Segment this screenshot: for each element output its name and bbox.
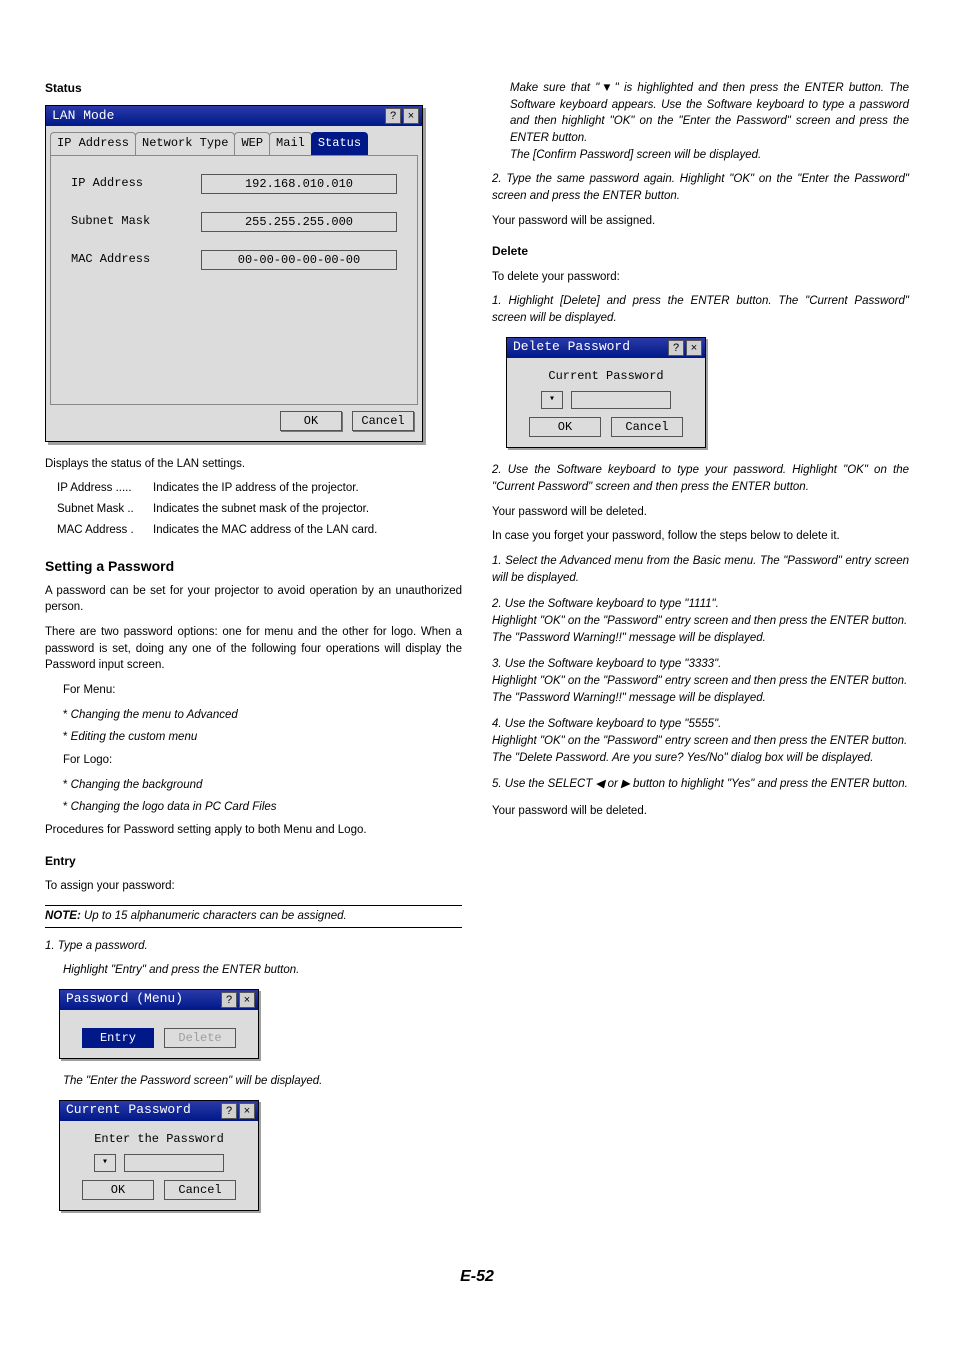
help-icon[interactable]: ? [668, 340, 684, 356]
setting-p1: A password can be set for your projector… [45, 583, 462, 616]
setting-password-heading: Setting a Password [45, 556, 462, 576]
proc-line: Procedures for Password setting apply to… [45, 822, 462, 839]
close-icon[interactable]: × [239, 1103, 255, 1119]
subnet-value: 255.255.255.000 [201, 212, 397, 232]
lan-body: IP Address 192.168.010.010 Subnet Mask 2… [50, 155, 418, 405]
def-sn-v: Indicates the subnet mask of the project… [153, 501, 369, 518]
forget-intro: In case you forget your password, follow… [492, 528, 909, 545]
formenu-item-1: Changing the menu to Advanced [63, 707, 462, 724]
help-icon[interactable]: ? [221, 992, 237, 1008]
step1-a: 1. Type a password. [45, 938, 462, 955]
tab-ip-address[interactable]: IP Address [50, 132, 136, 154]
formenu-label: For Menu: [63, 682, 462, 699]
password-menu-dialog: Password (Menu) ? × Entry Delete [59, 989, 259, 1059]
f-step4: 4. Use the Software keyboard to type "55… [492, 716, 909, 766]
help-icon[interactable]: ? [221, 1103, 237, 1119]
forlogo-label: For Logo: [63, 752, 462, 769]
help-icon[interactable]: ? [385, 108, 401, 124]
close-icon[interactable]: × [686, 340, 702, 356]
f-step1: 1. Select the Advanced menu from the Bas… [492, 553, 909, 586]
deleted-line-2: Your password will be deleted. [492, 803, 909, 820]
def-mac-k: MAC Address . [57, 522, 153, 539]
close-icon[interactable]: × [239, 992, 255, 1008]
delete-heading: Delete [492, 243, 909, 260]
note-block: NOTE: Up to 15 alphanumeric characters c… [45, 905, 462, 928]
step1-b: Highlight "Entry" and press the ENTER bu… [63, 962, 462, 979]
forlogo-item-1: Changing the background [63, 777, 462, 794]
pwd-menu-title: Password (Menu) [66, 990, 219, 1009]
ip-label: IP Address [71, 175, 201, 192]
f-step2: 2. Use the Software keyboard to type "11… [492, 596, 909, 646]
mac-value: 00-00-00-00-00-00 [201, 250, 397, 270]
lan-tabstrip: IP Address Network Type WEP Mail Status [46, 126, 422, 154]
keyboard-icon[interactable]: ▾ [541, 391, 563, 409]
tab-status[interactable]: Status [311, 132, 368, 154]
tab-mail[interactable]: Mail [269, 132, 312, 154]
def-mac-v: Indicates the MAC address of the LAN car… [153, 522, 377, 539]
lan-titlebar: LAN Mode ? × [46, 106, 422, 126]
status-heading: Status [45, 80, 462, 97]
current-password-dialog: Current Password ? × Enter the Password … [59, 1100, 259, 1211]
lan-title: LAN Mode [52, 107, 383, 126]
lan-ok-button[interactable]: OK [280, 411, 342, 431]
right-top-block: Make sure that "▼" is highlighted and th… [510, 80, 909, 163]
entry-button[interactable]: Entry [82, 1028, 154, 1048]
delpwd-title: Delete Password [513, 338, 666, 357]
entry-heading: Entry [45, 853, 462, 870]
close-icon[interactable]: × [403, 108, 419, 124]
delete-button[interactable]: Delete [164, 1028, 236, 1048]
status-desc: Displays the status of the LAN settings. [45, 456, 462, 473]
page-footer: E-52 [45, 1265, 909, 1288]
curpwd-cancel-button[interactable]: Cancel [164, 1180, 236, 1200]
def-ip-v: Indicates the IP address of the projecto… [153, 480, 359, 497]
delpwd-label: Current Password [517, 368, 695, 385]
f-step3: 3. Use the Software keyboard to type "33… [492, 656, 909, 706]
del-step1: 1. Highlight [Delete] and press the ENTE… [492, 293, 909, 326]
field-subnet: Subnet Mask 255.255.255.000 [71, 212, 397, 232]
assigned-line: Your password will be assigned. [492, 213, 909, 230]
enter-screen-line: The "Enter the Password screen" will be … [63, 1073, 462, 1090]
curpwd-title: Current Password [66, 1101, 219, 1120]
deleted-line-1: Your password will be deleted. [492, 504, 909, 521]
status-deflist: IP Address .....Indicates the IP address… [57, 480, 462, 538]
entry-sub: To assign your password: [45, 878, 462, 895]
password-input[interactable] [124, 1154, 224, 1172]
def-ip-k: IP Address ..... [57, 480, 153, 497]
keyboard-icon[interactable]: ▾ [94, 1154, 116, 1172]
f-step5: 5. Use the SELECT ◀ or ▶ button to highl… [492, 776, 909, 793]
password-input[interactable] [571, 391, 671, 409]
subnet-label: Subnet Mask [71, 213, 201, 230]
del-step2: 2. Use the Software keyboard to type you… [492, 462, 909, 495]
formenu-item-2: Editing the custom menu [63, 729, 462, 746]
field-mac: MAC Address 00-00-00-00-00-00 [71, 250, 397, 270]
delpwd-cancel-button[interactable]: Cancel [611, 417, 683, 437]
lan-cancel-button[interactable]: Cancel [352, 411, 414, 431]
forlogo-item-2: Changing the logo data in PC Card Files [63, 799, 462, 816]
ip-value: 192.168.010.010 [201, 174, 397, 194]
lan-mode-dialog: LAN Mode ? × IP Address Network Type WEP… [45, 105, 423, 441]
tab-network-type[interactable]: Network Type [135, 132, 235, 154]
note-label: NOTE: [45, 910, 81, 922]
curpwd-ok-button[interactable]: OK [82, 1180, 154, 1200]
mac-label: MAC Address [71, 251, 201, 268]
field-ip: IP Address 192.168.010.010 [71, 174, 397, 194]
delpwd-ok-button[interactable]: OK [529, 417, 601, 437]
curpwd-label: Enter the Password [70, 1131, 248, 1148]
delete-password-dialog: Delete Password ? × Current Password ▾ O… [506, 337, 706, 448]
delete-sub: To delete your password: [492, 269, 909, 286]
formenu-list: Changing the menu to Advanced Editing th… [63, 707, 462, 746]
right-step2: 2. Type the same password again. Highlig… [492, 171, 909, 204]
def-sn-k: Subnet Mask .. [57, 501, 153, 518]
note-text: Up to 15 alphanumeric characters can be … [81, 910, 347, 922]
setting-p2: There are two password options: one for … [45, 624, 462, 674]
tab-wep[interactable]: WEP [234, 132, 270, 154]
forlogo-list: Changing the background Changing the log… [63, 777, 462, 816]
